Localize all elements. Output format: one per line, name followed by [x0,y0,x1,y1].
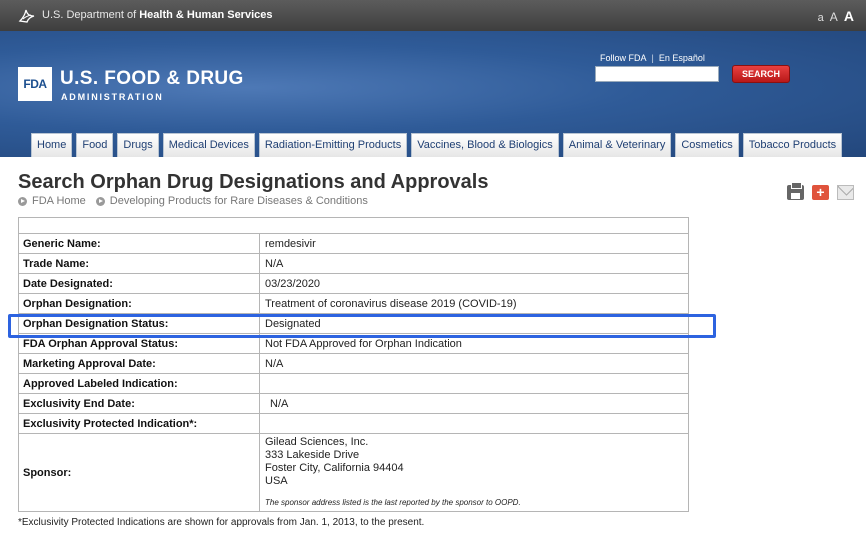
row-value: Not FDA Approved for Orphan Indication [259,333,689,354]
table-row: Generic Name: remdesivir [18,233,689,254]
table-row-sponsor: Sponsor: Gilead Sciences, Inc. 333 Lakes… [18,433,689,512]
row-value: 03/23/2020 [259,273,689,294]
row-value: N/A [259,253,689,274]
row-value: N/A [259,353,689,374]
nav-tab-animal-veterinary[interactable]: Animal & Veterinary [562,133,672,157]
search-input[interactable] [595,66,719,82]
plus-icon[interactable]: + [812,185,829,200]
breadcrumb-fda-home[interactable]: FDA Home [32,195,86,207]
footnote: *Exclusivity Protected Indications are s… [18,517,425,528]
row-label: Generic Name: [18,233,260,254]
sponsor-value: Gilead Sciences, Inc. 333 Lakeside Drive… [259,433,689,512]
breadcrumb-rare-diseases[interactable]: Developing Products for Rare Diseases & … [110,195,368,207]
sponsor-label: Sponsor: [18,433,260,512]
hhs-department-link[interactable]: U.S. Department of Health & Human Servic… [42,9,273,21]
hhs-bar: U.S. Department of Health & Human Servic… [0,0,866,31]
row-value: Treatment of coronavirus disease 2019 (C… [259,293,689,314]
hhs-eagle-icon[interactable] [18,6,36,24]
table-row: FDA Orphan Approval Status: Not FDA Appr… [18,333,689,354]
breadcrumb-arrow-icon [18,196,27,206]
table-row: Marketing Approval Date: N/A [18,353,689,374]
row-label: Marketing Approval Date: [18,353,260,374]
utility-links: Follow FDA | En Español [600,53,705,63]
table-row [18,217,689,234]
sponsor-country: USA [265,475,288,487]
fda-title[interactable]: U.S. FOOD & DRUG [60,68,244,90]
row-value [259,413,689,434]
breadcrumb-arrow-icon [95,196,105,206]
row-label: Trade Name: [18,253,260,274]
row-value: N/A [259,393,689,414]
sponsor-name: Gilead Sciences, Inc. [265,436,369,448]
row-value: remdesivir [259,233,689,254]
email-icon[interactable] [837,185,854,200]
search-button[interactable]: SEARCH [732,65,790,83]
row-value [259,373,689,394]
hhs-prefix: U.S. Department of [42,9,137,21]
hhs-dept-name: Health & Human Services [139,9,273,21]
table-row: Orphan Designation: Treatment of coronav… [18,293,689,314]
fda-logo[interactable]: FDA [18,67,52,101]
designation-table: Generic Name: remdesivir Trade Name: N/A… [18,217,689,512]
breadcrumb: FDA Home Developing Products for Rare Di… [18,195,378,207]
table-row: Exclusivity End Date: N/A [18,393,689,414]
fda-subtitle: ADMINISTRATION [61,92,164,102]
nav-tab-home[interactable]: Home [31,133,73,157]
table-row: Trade Name: N/A [18,253,689,274]
main-nav: Home Food Drugs Medical Devices Radiatio… [31,133,846,157]
text-size-controls: a A A [815,8,854,24]
table-row: Approved Labeled Indication: [18,373,689,394]
row-label: Orphan Designation: [18,293,260,314]
nav-tab-food[interactable]: Food [76,133,114,157]
row-label: FDA Orphan Approval Status: [18,333,260,354]
table-row: Exclusivity Protected Indication*: [18,413,689,434]
page-tools: + [787,182,854,200]
nav-tab-cosmetics[interactable]: Cosmetics [675,133,739,157]
table-row: Date Designated: 03/23/2020 [18,273,689,294]
row-value: Designated [259,313,689,334]
espanol-link[interactable]: En Español [659,53,705,63]
sponsor-note: The sponsor address listed is the last r… [265,498,521,507]
row-label: Exclusivity Protected Indication*: [18,413,260,434]
sponsor-street: 333 Lakeside Drive [265,449,360,461]
row-label: Date Designated: [18,273,260,294]
nav-tab-tobacco[interactable]: Tobacco Products [742,133,843,157]
table-header-cell [18,217,689,234]
row-label: Exclusivity End Date: [18,393,260,414]
text-size-small[interactable]: a [818,12,824,24]
row-label: Orphan Designation Status: [18,313,260,334]
table-row-designation-status: Orphan Designation Status: Designated [18,313,689,334]
print-icon[interactable] [787,182,804,200]
text-size-medium[interactable]: A [830,10,838,24]
nav-tab-radiation-emitting[interactable]: Radiation-Emitting Products [258,133,408,157]
sponsor-city: Foster City, California 94404 [265,462,404,474]
nav-tab-drugs[interactable]: Drugs [117,133,159,157]
nav-tab-medical-devices[interactable]: Medical Devices [162,133,255,157]
row-label: Approved Labeled Indication: [18,373,260,394]
follow-fda-link[interactable]: Follow FDA [600,53,647,63]
utility-separator: | [651,53,654,63]
nav-tab-vaccines[interactable]: Vaccines, Blood & Biologics [411,133,559,157]
text-size-large[interactable]: A [844,8,854,24]
page-title: Search Orphan Drug Designations and Appr… [18,171,489,193]
